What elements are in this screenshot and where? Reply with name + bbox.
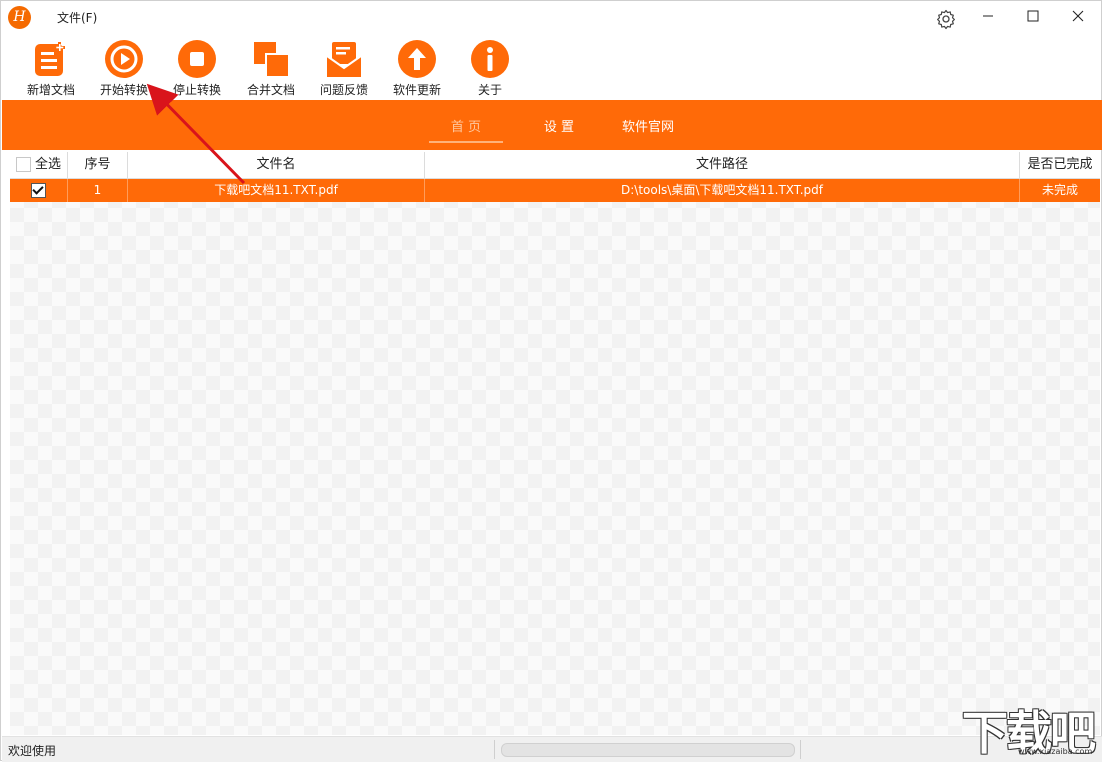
file-table-body[interactable] [10, 152, 1100, 735]
header-index: 序号 [68, 152, 128, 178]
title-bar: H 文件(F) [1, 1, 1101, 35]
close-icon [1072, 10, 1084, 22]
progress-bar [501, 743, 795, 757]
toolbar: 新增文档 开始转换 停止转换 合并文档 问题反馈 软件更新 关于 [1, 35, 1101, 99]
app-logo-icon: H [8, 6, 31, 29]
maximize-icon [1027, 10, 1039, 22]
table-row[interactable]: 1 下载吧文档11.TXT.pdf D:\tools\桌面\下载吧文档11.TX… [10, 179, 1100, 202]
software-update-button[interactable]: 软件更新 [380, 35, 454, 99]
merge-document-button[interactable]: 合并文档 [234, 35, 308, 99]
status-separator [494, 740, 495, 759]
start-convert-button[interactable]: 开始转换 [87, 35, 161, 99]
tab-home[interactable]: 首 页 [428, 116, 504, 136]
minimize-icon [983, 15, 993, 17]
about-label: 关于 [477, 83, 502, 97]
minimize-button[interactable] [967, 1, 1011, 33]
watermark-url: www.xiazaiba.com [1018, 747, 1093, 756]
header-done: 是否已完成 [1027, 157, 1093, 172]
feedback-mail-icon [326, 42, 362, 77]
row-filename: 下载吧文档11.TXT.pdf [128, 179, 425, 202]
tab-website[interactable]: 软件官网 [610, 116, 686, 136]
menu-file[interactable]: 文件(F) [57, 9, 97, 26]
new-document-label: 新增文档 [26, 83, 75, 97]
select-all-label: 全选 [34, 157, 61, 172]
select-all-checkbox[interactable] [15, 157, 31, 172]
header-filename: 文件名 [128, 152, 425, 178]
info-icon [471, 40, 509, 78]
row-index: 1 [68, 179, 128, 202]
gear-icon[interactable] [935, 8, 957, 30]
status-text: 欢迎使用 [8, 744, 57, 758]
close-button[interactable] [1057, 1, 1101, 33]
about-button[interactable]: 关于 [453, 35, 527, 99]
header-select-all[interactable]: 全选 [10, 152, 68, 178]
status-bar: 欢迎使用 [2, 736, 1102, 762]
row-checkbox-cell[interactable] [10, 179, 68, 202]
status-separator [800, 740, 801, 759]
software-update-label: 软件更新 [392, 83, 441, 97]
nav-bar: 首 页 设 置 软件官网 [2, 100, 1102, 150]
new-document-button[interactable]: 新增文档 [14, 35, 88, 99]
feedback-button[interactable]: 问题反馈 [307, 35, 381, 99]
watermark-logo: 下载吧 www.xiazaiba.com [962, 697, 1102, 760]
start-convert-label: 开始转换 [99, 83, 148, 97]
header-filepath: 文件路径 [425, 152, 1020, 178]
active-tab-indicator [429, 141, 503, 143]
merge-icon [254, 42, 290, 78]
maximize-button[interactable] [1012, 1, 1056, 33]
merge-document-label: 合并文档 [246, 83, 295, 97]
feedback-label: 问题反馈 [319, 83, 368, 97]
row-done-status: 未完成 [1041, 183, 1078, 197]
tab-settings[interactable]: 设 置 [521, 116, 597, 136]
row-checkbox[interactable] [31, 183, 46, 198]
app-window: H 文件(F) 新增文档 开始转换 停止转换 合并文档 问题反馈 软件更新 关于… [0, 0, 1102, 762]
table-header: 全选 序号 文件名 文件路径 是否已完成 [10, 152, 1100, 179]
upload-arrow-icon [398, 40, 436, 78]
stop-icon [178, 40, 216, 78]
play-icon [105, 40, 143, 78]
new-document-icon [35, 42, 65, 76]
stop-convert-button[interactable]: 停止转换 [160, 35, 234, 99]
stop-convert-label: 停止转换 [172, 83, 221, 97]
row-filepath: D:\tools\桌面\下载吧文档11.TXT.pdf [425, 179, 1020, 202]
